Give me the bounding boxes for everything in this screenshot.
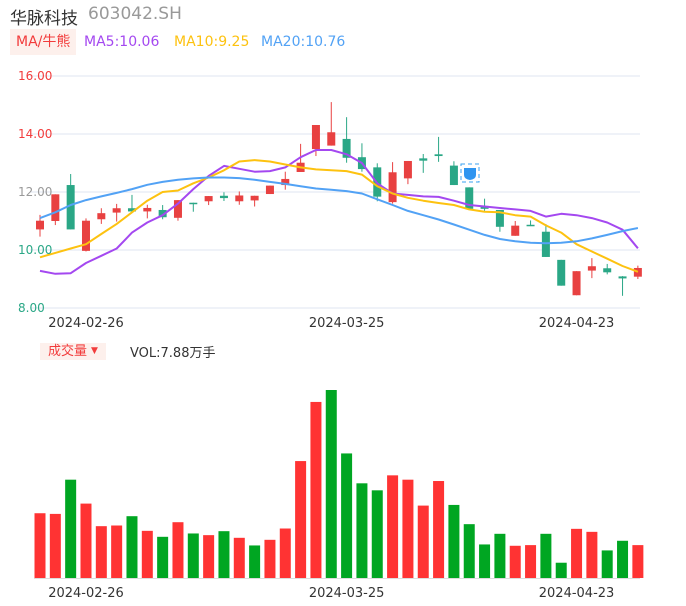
candle-body xyxy=(388,172,397,203)
volume-bar xyxy=(632,545,644,578)
volume-bar xyxy=(586,531,598,578)
volume-bar xyxy=(295,461,307,578)
volume-bar xyxy=(187,533,199,578)
candle-body xyxy=(81,220,90,251)
volume-bar xyxy=(65,479,77,578)
volume-bar xyxy=(95,526,107,578)
x-axis-label: 2024-04-23 xyxy=(539,586,615,601)
volume-bar xyxy=(433,481,445,578)
candle-body xyxy=(112,208,121,213)
candle-body xyxy=(618,276,627,279)
volume-value: VOL:7.88万手 xyxy=(130,346,216,361)
candle-body xyxy=(219,195,228,199)
x-axis-label: 2024-03-25 xyxy=(309,316,385,331)
volume-bar xyxy=(479,544,491,578)
volume-bar xyxy=(494,533,506,578)
event-marker-icon[interactable] xyxy=(460,163,480,183)
volume-bar xyxy=(525,545,537,578)
candle-body xyxy=(511,225,520,236)
volume-bar xyxy=(417,505,429,578)
candle-body xyxy=(557,259,566,286)
y-axis-label: 12.00 xyxy=(18,185,52,199)
volume-bar xyxy=(448,504,460,578)
volume-bar xyxy=(249,545,261,578)
volume-bar xyxy=(509,545,521,578)
volume-bar xyxy=(555,562,567,578)
candle-body xyxy=(541,231,550,257)
x-axis-label: 2024-04-23 xyxy=(539,316,615,331)
candle-body xyxy=(526,224,535,227)
y-axis-label: 10.00 xyxy=(18,243,52,257)
y-axis-label: 8.00 xyxy=(18,301,45,315)
dropdown-triangle-icon: ▼ xyxy=(91,346,98,356)
candle-body xyxy=(419,158,428,161)
volume-bar xyxy=(49,513,61,578)
volume-bar xyxy=(141,530,153,578)
volume-bar xyxy=(601,550,613,578)
candle-body xyxy=(204,196,213,202)
candle-body xyxy=(403,160,412,179)
volume-bar xyxy=(341,453,353,578)
volume-bar xyxy=(463,524,475,578)
candle-body xyxy=(36,220,44,230)
candle-body xyxy=(311,125,320,150)
x-axis-label: 2024-02-26 xyxy=(48,316,124,331)
candle-body xyxy=(434,154,443,157)
volume-bar xyxy=(371,490,383,578)
volume-bar xyxy=(233,537,245,578)
candle-body xyxy=(235,195,244,202)
volume-bar xyxy=(126,516,138,578)
x-axis-label: 2024-03-25 xyxy=(309,586,385,601)
volume-bar xyxy=(402,479,414,578)
candle-body xyxy=(603,268,612,273)
candle-body xyxy=(633,267,642,277)
x-axis-label: 2024-02-26 xyxy=(48,586,124,601)
volume-bar xyxy=(279,528,291,578)
candle-body xyxy=(587,266,596,271)
volume-bar xyxy=(617,540,629,578)
candle-body xyxy=(97,213,106,220)
volume-indicator-selector[interactable]: 成交量 ▼ xyxy=(40,343,106,360)
volume-bar xyxy=(111,525,123,578)
candle-body xyxy=(327,132,336,146)
volume-bar xyxy=(540,533,552,578)
candle-body xyxy=(572,271,581,296)
candle-body xyxy=(449,165,458,186)
volume-bar xyxy=(172,522,184,578)
candle-body xyxy=(143,207,152,212)
volume-bar xyxy=(218,531,230,578)
candle-body xyxy=(51,194,60,221)
volume-bar xyxy=(264,539,276,578)
volume-bar xyxy=(310,401,322,578)
kline-chart[interactable]: 16.0014.0012.0010.008.002024-02-26 2024-0… xyxy=(0,0,686,606)
volume-bar xyxy=(387,475,399,578)
volume-bar xyxy=(571,528,583,578)
volume-bar xyxy=(157,536,169,578)
y-axis-label: 14.00 xyxy=(18,127,52,141)
volume-tag-label: 成交量 xyxy=(48,344,88,359)
y-axis-label: 16.00 xyxy=(18,69,52,83)
volume-bar xyxy=(356,483,368,578)
candle-body xyxy=(189,202,198,205)
volume-bar xyxy=(203,535,215,578)
volume-bar xyxy=(325,390,337,578)
volume-bar xyxy=(80,503,92,578)
candle-body xyxy=(265,185,274,195)
candle-body xyxy=(250,195,259,201)
volume-bar xyxy=(34,513,46,578)
